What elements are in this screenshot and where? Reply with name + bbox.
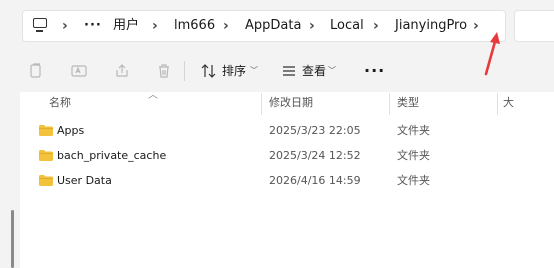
copy-icon[interactable] [27, 62, 45, 80]
chevron-down-icon[interactable]: ﹀ [328, 65, 336, 76]
navigation-pane [0, 92, 20, 268]
breadcrumb-item-appdata[interactable]: AppData [245, 17, 301, 35]
rename-icon[interactable] [70, 62, 88, 80]
column-header-type[interactable]: 类型 [397, 96, 419, 110]
toolbar-divider [184, 61, 185, 81]
sort-button[interactable]: 排序 [222, 63, 246, 79]
file-type: 文件夹 [397, 124, 430, 137]
annotation-arrow [484, 32, 500, 76]
chevron-right-icon[interactable]: › [309, 17, 315, 35]
file-type: 文件夹 [397, 149, 430, 162]
search-box[interactable] [514, 10, 554, 42]
file-name[interactable]: Apps [57, 124, 84, 138]
file-date: 2026/4/16 14:59 [269, 174, 361, 187]
breadcrumb-item-jianyingpro[interactable]: JianyingPro [395, 17, 467, 35]
navigation-scrollbar[interactable] [11, 210, 14, 268]
chevron-right-icon[interactable]: › [373, 17, 379, 35]
breadcrumb-item-local[interactable]: Local [330, 17, 364, 35]
file-name[interactable]: User Data [57, 174, 112, 188]
breadcrumb-overflow[interactable]: ··· [84, 17, 102, 35]
breadcrumb-item-lm666[interactable]: lm666 [174, 17, 215, 35]
chevron-right-icon[interactable]: › [152, 17, 158, 35]
column-header-name[interactable]: 名称 [49, 96, 71, 110]
column-separator[interactable] [389, 93, 390, 115]
sort-ascending-caret: ︿ [148, 90, 158, 101]
column-header-date[interactable]: 修改日期 [269, 96, 313, 110]
column-separator[interactable] [497, 93, 498, 115]
chevron-right-icon[interactable]: › [62, 17, 68, 35]
chevron-down-icon[interactable]: ﹀ [250, 65, 258, 76]
breadcrumb-item-users[interactable]: 用户 [113, 17, 139, 35]
view-icon[interactable] [280, 62, 298, 80]
file-type: 文件夹 [397, 174, 430, 187]
file-date: 2025/3/24 12:52 [269, 149, 361, 162]
folder-icon [39, 150, 53, 161]
column-header-size[interactable]: 大 [503, 96, 514, 110]
computer-icon[interactable] [33, 18, 47, 32]
delete-icon[interactable] [155, 62, 173, 80]
view-button[interactable]: 查看 [302, 63, 326, 79]
file-name[interactable]: bach_private_cache [57, 149, 166, 163]
column-separator[interactable] [261, 93, 262, 115]
share-icon[interactable] [113, 62, 131, 80]
chevron-right-icon[interactable]: › [223, 17, 229, 35]
sort-icon[interactable] [200, 62, 218, 80]
folder-icon [39, 175, 53, 186]
more-options-button[interactable]: ··· [364, 61, 385, 80]
folder-icon [39, 125, 53, 136]
file-date: 2025/3/23 22:05 [269, 124, 361, 137]
